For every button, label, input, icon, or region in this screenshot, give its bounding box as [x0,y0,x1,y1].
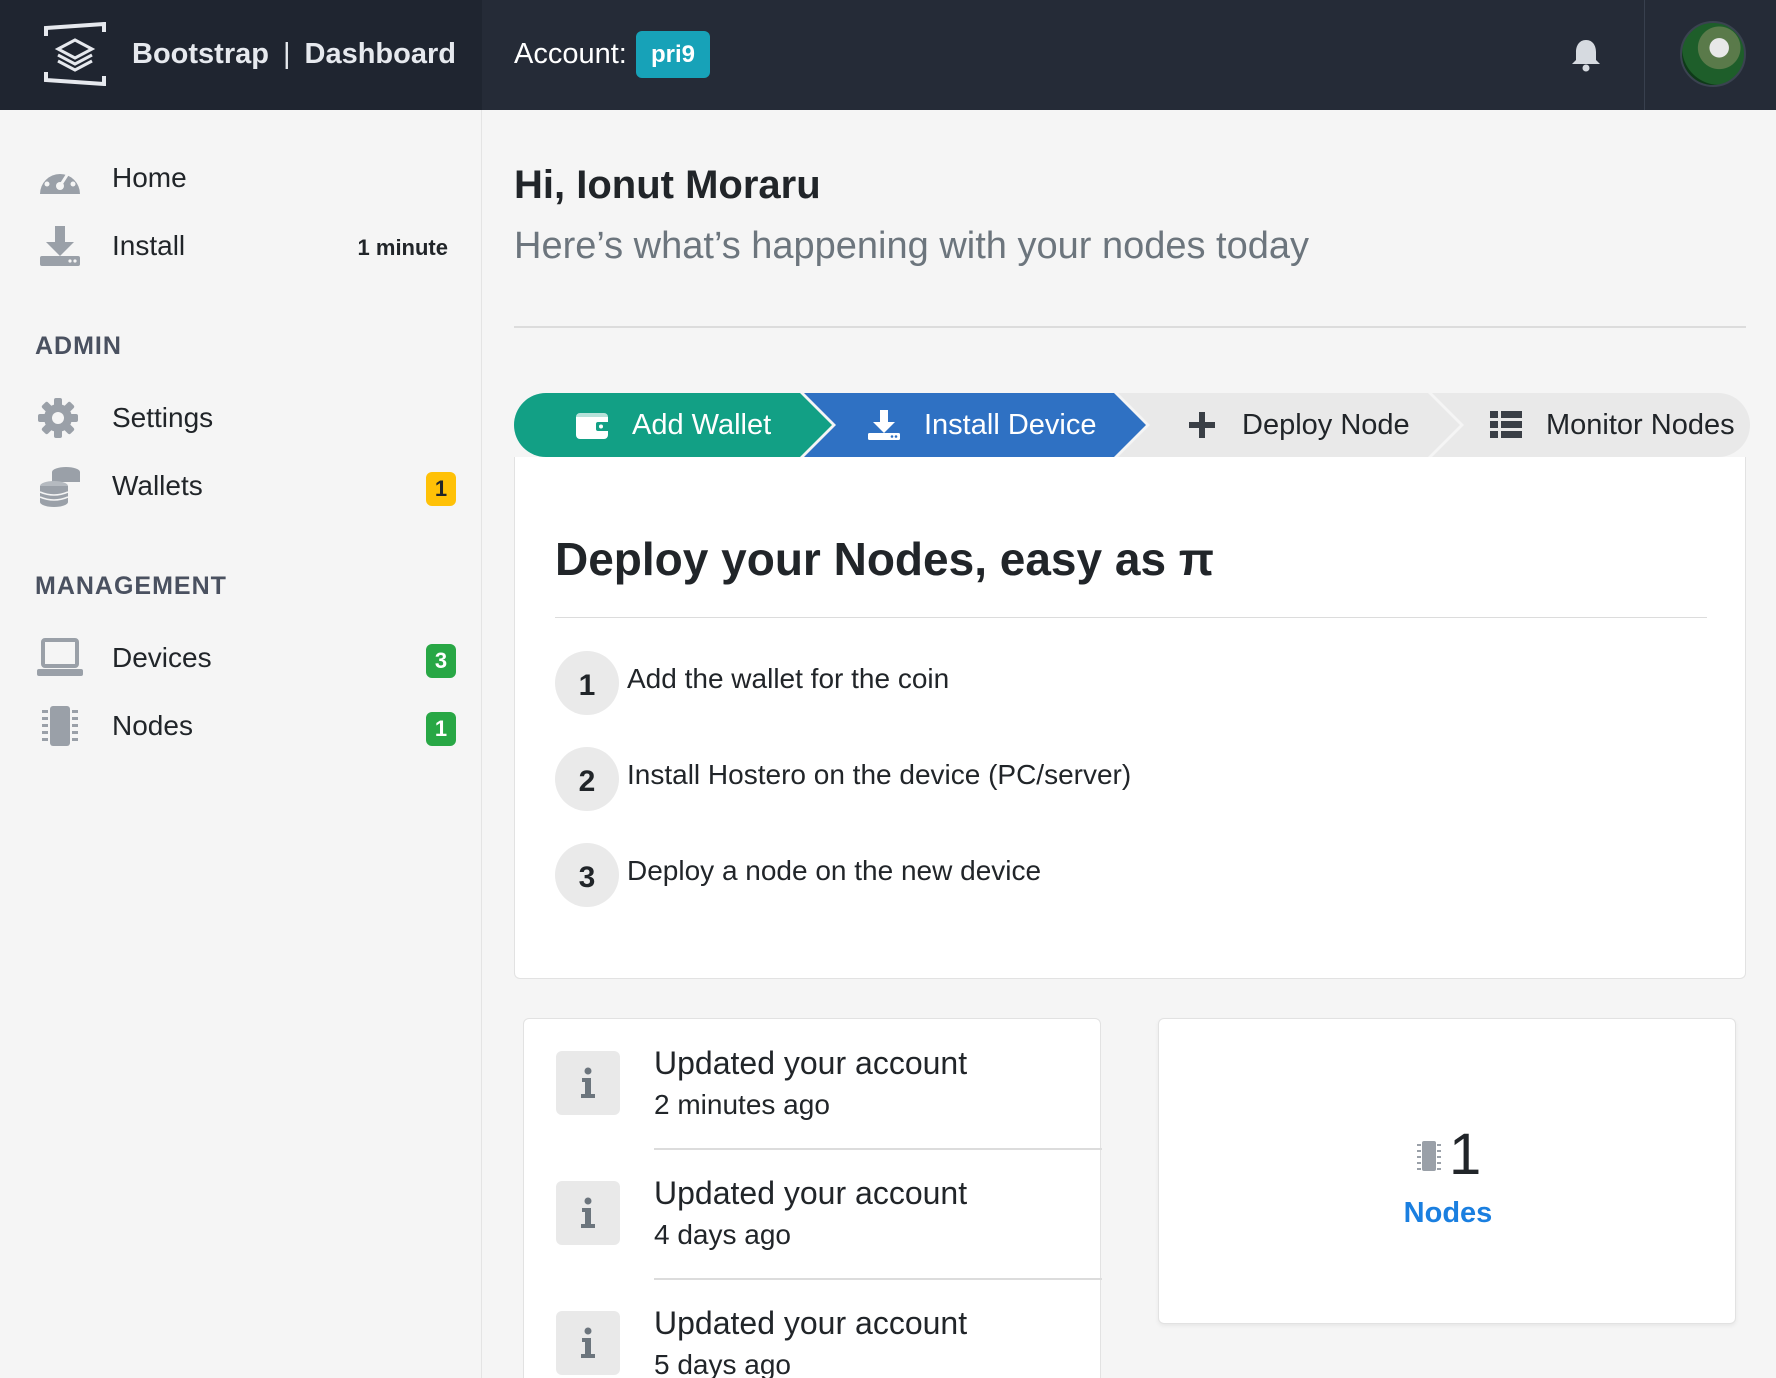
card-title: Deploy your Nodes, easy as π [555,533,1215,585]
instruction-text: Add the wallet for the coin [627,663,950,694]
activity-title: Updated your account [654,1175,968,1211]
sidebar-item-label: Nodes [112,710,193,741]
list-icon [1490,411,1522,438]
sidebar-item-nodes[interactable]: Nodes 1 [0,698,482,754]
info-icon [556,1311,620,1375]
topbar-divider [1644,0,1645,110]
sidebar-item-label: Wallets [112,470,203,501]
header-divider [514,326,1746,328]
step-add-wallet[interactable]: Add Wallet [514,393,832,457]
instruction-text: Deploy a node on the new device [627,855,1042,886]
devices-count-badge: 3 [426,644,456,678]
laptop-icon [37,638,83,676]
sidebar-item-wallets[interactable]: Wallets 1 [0,458,482,514]
download-icon [40,226,80,266]
nodes-count-badge: 1 [426,712,456,746]
activity-title: Updated your account [654,1045,968,1081]
step-number: 2 [555,747,619,811]
sidebar-item-devices[interactable]: Devices 3 [0,630,482,686]
brand-name: Bootstrap [132,38,269,70]
deploy-guide-card: Deploy your Nodes, easy as π 1 Add the w… [514,457,1746,979]
info-icon [556,1051,620,1115]
gear-icon [38,398,78,438]
brand-area[interactable]: Bootstrap | Dashboard [0,0,482,110]
step-label: Deploy Node [1242,408,1410,441]
layers-logo-icon [44,22,106,86]
step-label: Monitor Nodes [1546,408,1735,441]
coins-icon [39,467,80,507]
sidebar-item-home[interactable]: Home [0,150,482,206]
bell-icon[interactable] [1570,38,1602,72]
step-number: 1 [555,651,619,715]
dashboard-gauge-icon [40,165,80,194]
step-monitor-nodes[interactable]: Monitor Nodes [1432,393,1750,457]
sidebar-item-label: Home [112,162,187,193]
sidebar-item-install[interactable]: Install 1 minute [0,218,482,274]
top-navbar: Bootstrap | Dashboard Account: pri9 [0,0,1776,110]
sidebar-item-label: Devices [112,642,212,673]
activity-time: 5 days ago [654,1349,791,1378]
wallets-count-badge: 1 [426,472,456,506]
activity-title: Updated your account [654,1305,968,1341]
sidebar-item-label: Settings [112,402,214,433]
chip-icon [42,706,78,746]
setup-stepper: Add Wallet Install Device Deploy Node Mo… [514,393,1750,457]
sidebar-heading-admin: ADMIN [35,332,122,360]
sidebar-heading-management: MANAGEMENT [35,572,227,600]
step-label: Add Wallet [632,408,772,441]
sidebar: Home Install 1 minute ADMIN Settings Wal… [0,110,482,1378]
brand-section: Dashboard [304,38,456,70]
nodes-stat-card: 1 Nodes [1158,1018,1736,1324]
activity-item[interactable]: Updated your account 2 minutes ago [524,1019,1102,1149]
activity-feed-card: Updated your account 2 minutes ago Updat… [523,1018,1102,1378]
step-number: 3 [555,843,619,907]
activity-item[interactable]: Updated your account 5 days ago [524,1279,1102,1378]
brand-separator: | [282,38,291,70]
activity-item[interactable]: Updated your account 4 days ago [524,1149,1102,1279]
account-badge[interactable]: pri9 [636,31,711,78]
sidebar-item-label: Install [112,230,186,261]
account-label: Account: [514,38,627,70]
step-deploy-node[interactable]: Deploy Node [1118,393,1460,457]
sidebar-item-settings[interactable]: Settings [0,390,482,446]
instruction-text: Install Hostero on the device (PC/server… [627,759,1132,790]
brand-title[interactable]: Bootstrap | Dashboard [132,38,456,71]
install-time-meta: 1 minute [357,235,448,260]
step-label: Install Device [924,408,1097,441]
nodes-link[interactable]: Nodes [1159,1197,1737,1230]
step-install-device[interactable]: Install Device [804,393,1146,457]
activity-time: 2 minutes ago [654,1089,830,1120]
user-avatar[interactable] [1680,21,1746,87]
page-greeting: Hi, Ionut Moraru [514,163,821,207]
page-subtitle: Here’s what’s happening with your nodes … [514,225,1309,267]
download-icon [868,410,900,440]
activity-time: 4 days ago [654,1219,791,1250]
info-icon [556,1181,620,1245]
nodes-count-value: 1 [1449,1122,1482,1187]
card-divider [555,617,1707,618]
chip-icon [1417,1141,1441,1171]
plus-icon [1189,412,1215,438]
wallet-icon [576,413,610,439]
